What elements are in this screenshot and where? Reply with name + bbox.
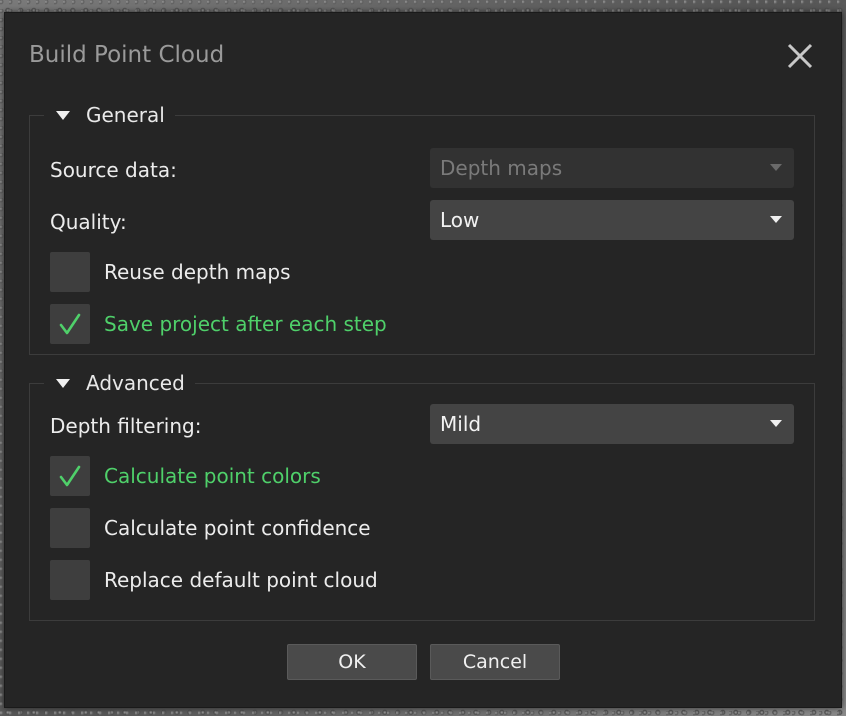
advanced-group-header[interactable]: Advanced bbox=[44, 368, 195, 398]
reuse-depth-maps-checkbox[interactable] bbox=[50, 252, 90, 292]
dropdown-arrow-icon bbox=[770, 216, 782, 223]
ok-button[interactable]: OK bbox=[287, 644, 417, 680]
collapse-triangle-icon bbox=[56, 378, 70, 388]
reuse-depth-maps-option[interactable]: Reuse depth maps bbox=[50, 252, 290, 292]
save-project-label: Save project after each step bbox=[104, 312, 387, 336]
checkmark-icon bbox=[59, 313, 81, 335]
quality-label: Quality: bbox=[50, 210, 127, 234]
quality-select[interactable]: Low bbox=[430, 200, 794, 240]
quality-value: Low bbox=[440, 208, 480, 232]
general-group-header[interactable]: General bbox=[44, 100, 175, 130]
collapse-triangle-icon bbox=[56, 110, 70, 120]
source-data-select: Depth maps bbox=[430, 148, 794, 188]
cancel-button[interactable]: Cancel bbox=[430, 644, 560, 680]
calculate-confidence-checkbox[interactable] bbox=[50, 508, 90, 548]
depth-filtering-value: Mild bbox=[440, 412, 482, 436]
general-group: General Source data: Depth maps Quality:… bbox=[29, 100, 815, 355]
close-button[interactable] bbox=[783, 39, 817, 73]
replace-default-label: Replace default point cloud bbox=[104, 568, 378, 592]
dropdown-arrow-icon bbox=[770, 164, 782, 171]
advanced-group-title: Advanced bbox=[86, 371, 185, 395]
checkmark-icon bbox=[59, 465, 81, 487]
source-data-label: Source data: bbox=[50, 158, 177, 182]
calculate-colors-label: Calculate point colors bbox=[104, 464, 321, 488]
calculate-colors-option[interactable]: Calculate point colors bbox=[50, 456, 321, 496]
save-project-option[interactable]: Save project after each step bbox=[50, 304, 387, 344]
reuse-depth-maps-label: Reuse depth maps bbox=[104, 260, 291, 284]
source-data-value: Depth maps bbox=[440, 156, 563, 180]
close-icon bbox=[787, 43, 813, 69]
calculate-confidence-option[interactable]: Calculate point confidence bbox=[50, 508, 371, 548]
general-group-title: General bbox=[86, 103, 165, 127]
advanced-group: Advanced Depth filtering: Mild Calculate… bbox=[29, 368, 815, 621]
dialog-title: Build Point Cloud bbox=[29, 42, 225, 68]
depth-filtering-label: Depth filtering: bbox=[50, 414, 202, 438]
dropdown-arrow-icon bbox=[770, 420, 782, 427]
build-point-cloud-dialog: Build Point Cloud General Source data: D… bbox=[4, 12, 842, 708]
save-project-checkbox[interactable] bbox=[50, 304, 90, 344]
replace-default-checkbox[interactable] bbox=[50, 560, 90, 600]
calculate-confidence-label: Calculate point confidence bbox=[104, 516, 371, 540]
depth-filtering-select[interactable]: Mild bbox=[430, 404, 794, 444]
calculate-colors-checkbox[interactable] bbox=[50, 456, 90, 496]
replace-default-option[interactable]: Replace default point cloud bbox=[50, 560, 378, 600]
